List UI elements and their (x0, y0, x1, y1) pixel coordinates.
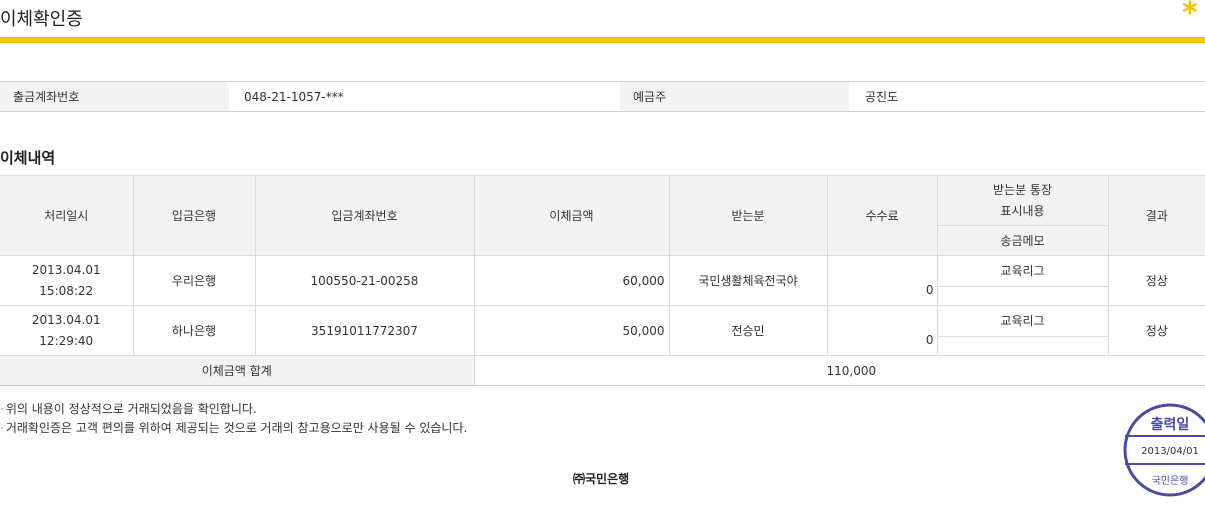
header-display: 받는분 통장 표시내용 (936, 175, 1109, 226)
row-result: 정상 (1107, 255, 1205, 306)
row-account: 35191011772307 (254, 305, 475, 356)
header-receiver: 받는분 (668, 175, 828, 256)
withdraw-account-label: 출금계좌번호 (0, 81, 229, 112)
stamp-bottom-text: 국민은행 (1152, 475, 1189, 487)
header-date: 처리일시 (0, 175, 134, 256)
page-header: 이체확인증 * (0, 0, 1205, 44)
header-fee: 수수료 (826, 175, 938, 256)
section-title: 이체내역 (0, 149, 56, 167)
row-result: 정상 (1107, 305, 1205, 356)
note-text: 위의 내용이 정상적으로 거래되었음을 확인합니다. (5, 402, 257, 416)
row-memo (937, 336, 1108, 356)
withdraw-account-value: 048-21-1057-*** (244, 89, 344, 104)
row-date: 2013.04.01 12:29:40 (0, 305, 134, 356)
stamp-date: 2013/04/01 (1141, 446, 1199, 457)
row-amount: 50,000 (473, 305, 670, 356)
header-bank: 입금은행 (132, 175, 256, 256)
note-text: 거래확인증은 고객 편의를 위하여 제공되는 것으로 거래의 참고용으로만 사용… (5, 421, 468, 435)
row-receiver: 전승민 (668, 305, 828, 356)
total-row: 이체금액 합계 110,000 (0, 355, 1205, 386)
row-date-day: 2013.04.01 (31, 262, 101, 277)
bullet-icon: · (0, 421, 4, 435)
account-holder-label: 예금주 (620, 81, 849, 112)
total-label: 이체금액 합계 (0, 355, 475, 386)
row-date-time: 12:29:40 (39, 333, 94, 348)
note-item: · 거래확인증은 고객 편의를 위하여 제공되는 것으로 거래의 참고용으로만 사… (0, 419, 467, 438)
header-result: 결과 (1107, 175, 1205, 256)
title-underline (0, 37, 1205, 43)
note-item: · 위의 내용이 정상적으로 거래되었음을 확인합니다. (0, 400, 467, 419)
table-row: 2013.04.01 12:29:40 하나은행 35191011772307 … (0, 305, 1205, 356)
account-info-table: 출금계좌번호 048-21-1057-*** 예금주 공진도 (0, 81, 1205, 112)
header-account: 입금계좌번호 (254, 175, 475, 256)
table-row: 2013.04.01 15:08:22 우리은행 100550-21-00258… (0, 255, 1205, 306)
row-display: 교육리그 (936, 255, 1109, 287)
row-date: 2013.04.01 15:08:22 (0, 255, 134, 306)
header-display-top: 받는분 통장 (992, 182, 1052, 197)
header-display-bottom: 표시내용 (1000, 203, 1045, 218)
row-amount: 60,000 (473, 255, 670, 306)
row-date-time: 15:08:22 (39, 283, 94, 298)
asterisk-icon: * (1182, 0, 1198, 31)
bank-name: ㈜국민은행 (573, 472, 630, 486)
header-memo: 송금메모 (937, 225, 1108, 256)
notes: · 위의 내용이 정상적으로 거래되었음을 확인합니다. · 거래확인증은 고객 편… (0, 400, 467, 438)
total-value: 110,000 (473, 355, 1205, 386)
page-title: 이체확인증 (0, 9, 83, 30)
row-receiver: 국민생활체육전국야 (668, 255, 828, 306)
transfer-table: 처리일시 입금은행 입금계좌번호 이체금액 받는분 수수료 받는분 통장 표시내… (0, 175, 1205, 386)
row-fee: 0 (826, 305, 938, 356)
row-date-day: 2013.04.01 (31, 312, 101, 327)
bullet-icon: · (0, 402, 4, 416)
row-bank: 하나은행 (132, 305, 256, 356)
row-bank: 우리은행 (132, 255, 256, 306)
row-memo (937, 286, 1108, 306)
row-account: 100550-21-00258 (254, 255, 475, 306)
row-fee: 0 (826, 255, 938, 306)
row-display: 교육리그 (936, 305, 1109, 337)
account-holder-value: 공진도 (865, 90, 899, 104)
header-amount: 이체금액 (473, 175, 670, 256)
print-date-stamp: 출력일 2013/04/01 국민은행 (1123, 403, 1205, 497)
stamp-top-text: 출력일 (1151, 416, 1190, 433)
